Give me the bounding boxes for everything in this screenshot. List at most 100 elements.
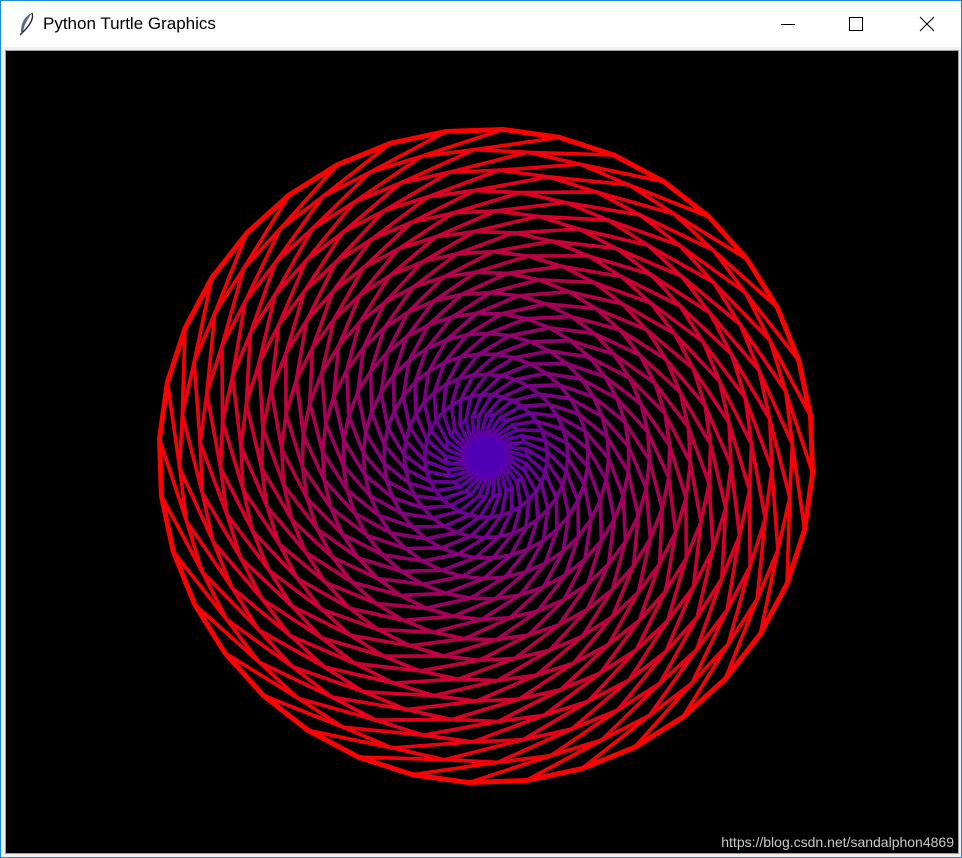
ring-segment [468, 596, 498, 601]
ring-segment [455, 249, 495, 256]
ring-segment [524, 316, 552, 330]
ring-segment [455, 530, 473, 539]
spiral-arm-segment [165, 380, 182, 470]
spiral-arm-segment [408, 636, 467, 648]
ring-segment [346, 390, 360, 418]
ring-segment [335, 140, 393, 168]
ring-segment [418, 669, 461, 681]
center-hub [466, 436, 506, 476]
spiral-arm-segment [257, 361, 265, 431]
ring-segment [579, 744, 637, 772]
ring-segment [511, 231, 554, 243]
title-bar[interactable]: Python Turtle Graphics [1, 1, 961, 47]
spiral-arm-segment [644, 486, 653, 541]
spiral-arm-segment [604, 477, 617, 522]
maximize-button[interactable] [833, 1, 879, 47]
ring-segment [470, 413, 481, 420]
ring-segment [443, 439, 450, 451]
ring-segment [474, 697, 521, 703]
spiral-arm-segment [431, 617, 484, 634]
watermark-text: https://blog.csdn.net/sandalphon4869 [721, 834, 954, 850]
spiral-arm-segment [391, 677, 461, 685]
ring-segment [261, 388, 273, 431]
spiral-arm-segment [688, 460, 703, 524]
ring-segment [443, 126, 506, 134]
spiral-arm-segment [528, 338, 573, 344]
spiral-arm-segment [515, 480, 523, 509]
ring-segment [612, 494, 626, 522]
spiral-arm-segment [472, 174, 551, 193]
ring-segment [488, 290, 521, 298]
turtle-canvas[interactable]: https://blog.csdn.net/sandalphon4869 [5, 50, 959, 854]
spiral-arm-segment [303, 550, 354, 584]
spiral-arm-segment [511, 227, 581, 235]
ring-segment [468, 534, 487, 540]
ring-segment [473, 270, 510, 276]
spiral-arm-segment [475, 413, 481, 440]
minimize-button[interactable] [765, 1, 811, 47]
spiral-arm-segment [507, 325, 552, 338]
ring-segment [472, 188, 523, 195]
spiral-arm-segment [230, 374, 243, 449]
ring-segment [320, 421, 328, 454]
ring-segment [481, 575, 507, 581]
ring-segment [500, 126, 563, 140]
ring-segment [723, 463, 733, 510]
ring-segment [448, 427, 457, 438]
ring-segment [490, 249, 530, 258]
ring-segment [409, 772, 472, 786]
spiral-arm-segment [440, 555, 478, 573]
spiral-arm-segment [390, 740, 475, 750]
ring-segment [604, 456, 611, 482]
ring-segment [442, 524, 459, 535]
spiral-arm-segment [512, 349, 552, 360]
spiral-arm-segment [374, 717, 454, 722]
ring-segment [471, 737, 525, 744]
ring-segment [465, 331, 491, 337]
spiral-arm-segment [499, 302, 548, 316]
spiral-arm-segment [413, 380, 418, 417]
ring-segment [484, 413, 496, 418]
ring-segment [554, 483, 565, 500]
spiral-arm-segment [518, 190, 598, 195]
ring-segment [259, 426, 265, 470]
ring-segment [442, 654, 482, 663]
spiral-arm-segment [369, 410, 387, 448]
ring-segment [449, 717, 500, 724]
ring-segment [463, 489, 474, 497]
spiral-arm-segment [410, 760, 500, 777]
spiral-arm-segment [580, 588, 614, 639]
spiral-arm-segment [500, 440, 527, 447]
spiral-arm-segment [463, 394, 473, 423]
spiral-arm-segment [244, 402, 264, 470]
ring-segment [499, 373, 517, 382]
spiral-arm-segment [472, 135, 562, 152]
spiral-arm-segment [420, 504, 453, 510]
ring-segment [279, 412, 288, 452]
spiral-arm-segment [770, 467, 780, 552]
ring-segment [239, 444, 245, 491]
ring-segment [787, 442, 795, 500]
maximize-icon [849, 17, 863, 31]
spiral-arm-segment [204, 391, 223, 470]
ring-segment [684, 460, 693, 500]
spiral-arm-segment [401, 614, 456, 623]
spiral-arm-segment [509, 485, 514, 514]
ring-segment [420, 582, 448, 596]
ring-segment [491, 492, 502, 499]
spiral-arm-segment [410, 524, 447, 529]
spiral-arm-segment [344, 368, 351, 418]
close-button[interactable] [904, 1, 950, 47]
ring-segment [483, 534, 501, 540]
spiral-arm-segment [560, 483, 571, 518]
spiral-arm-segment [444, 576, 486, 596]
ring-segment [699, 481, 711, 524]
spiral-arm-segment [585, 464, 603, 502]
ring-segment [660, 475, 671, 511]
ring-segment [494, 352, 516, 360]
spiral-arm-segment [379, 390, 390, 430]
ring-segment [460, 574, 486, 581]
spiral-arm-segment [502, 445, 529, 451]
close-icon [919, 16, 935, 32]
ring-segment [479, 615, 512, 622]
